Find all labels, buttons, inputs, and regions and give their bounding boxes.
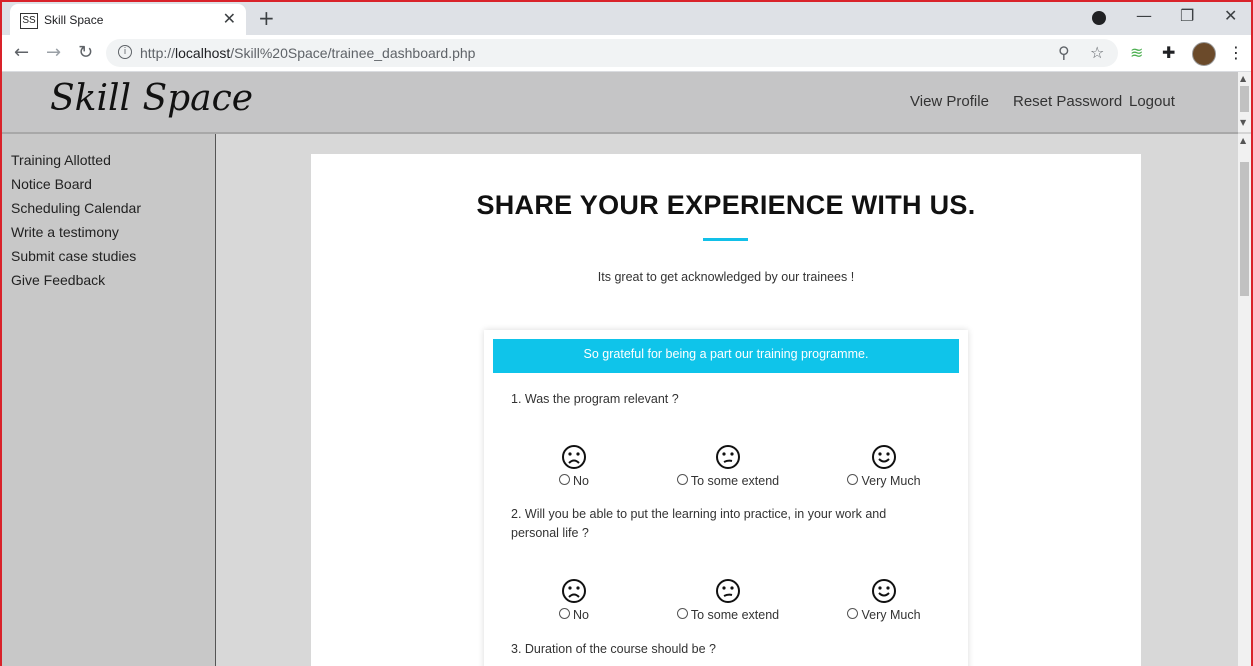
q2-radio-no[interactable] — [559, 608, 570, 619]
menu-kebab-icon[interactable]: ⋮ — [1228, 43, 1244, 62]
zoom-icon[interactable]: ⚲ — [1058, 43, 1070, 62]
sidebar: Training Allotted Notice Board Schedulin… — [2, 134, 216, 666]
question-3: 3. Duration of the course should be ? — [511, 642, 716, 656]
question-2: 2. Will you be able to put the learning … — [511, 507, 887, 540]
option-label: To some extend — [690, 474, 780, 488]
q1-radio-very-much[interactable] — [847, 474, 859, 485]
q2-radio-some[interactable] — [676, 608, 688, 619]
browser-tab[interactable]: SS Skill Space ✕ — [10, 4, 246, 35]
avatar[interactable] — [1192, 42, 1216, 66]
scrollbar-thumb[interactable] — [1240, 162, 1249, 296]
confused-face-icon — [716, 445, 740, 469]
minimize-icon[interactable]: — — [1136, 6, 1152, 25]
confused-face-icon — [716, 579, 740, 603]
feedback-card: SHARE YOUR EXPERIENCE WITH US. Its great… — [311, 154, 1141, 666]
q2-radio-very-much[interactable] — [847, 608, 859, 619]
address-bar: ← → ↻ i http://localhost/Skill%20Space/t… — [2, 35, 1251, 72]
sidebar-item-scheduling-calendar[interactable]: Scheduling Calendar — [11, 200, 141, 216]
option-label: To some extend — [690, 608, 780, 622]
site-logo[interactable]: Skill Space — [50, 78, 253, 119]
option-label: No — [573, 474, 589, 488]
main-scrollbar[interactable]: ▲ — [1238, 134, 1251, 666]
q1-radio-no[interactable] — [559, 474, 570, 485]
feedback-form: So grateful for being a part our trainin… — [484, 330, 968, 666]
q1-option-some[interactable]: To some extend — [658, 444, 798, 489]
main-content: SHARE YOUR EXPERIENCE WITH US. Its great… — [216, 134, 1238, 666]
back-arrow-icon[interactable]: ← — [14, 42, 29, 63]
restore-icon[interactable]: ❐ — [1180, 6, 1194, 25]
scroll-up-arrow-icon[interactable]: ▲ — [1240, 74, 1246, 83]
q1-option-no[interactable]: No — [504, 444, 644, 489]
url-input[interactable]: i http://localhost/Skill%20Space/trainee… — [106, 39, 1118, 67]
sidebar-item-submit-case-studies[interactable]: Submit case studies — [11, 248, 136, 264]
sad-face-icon — [562, 579, 586, 603]
header-scrollbar[interactable]: ▲ ▼ — [1238, 72, 1251, 132]
form-banner: So grateful for being a part our trainin… — [493, 339, 959, 373]
site-favicon-icon: SS — [20, 13, 38, 29]
option-label: Very Much — [861, 474, 921, 488]
nav-reset-password[interactable]: Reset Password — [1013, 93, 1122, 110]
title-divider — [703, 238, 748, 241]
sidebar-item-give-feedback[interactable]: Give Feedback — [11, 272, 105, 288]
q1-radio-some[interactable] — [676, 474, 688, 485]
q1-option-very-much[interactable]: Very Much — [814, 444, 954, 489]
sad-face-icon — [562, 445, 586, 469]
nav-view-profile[interactable]: View Profile — [910, 93, 989, 110]
happy-face-icon — [872, 579, 896, 603]
sidebar-item-write-testimony[interactable]: Write a testimony — [11, 224, 119, 240]
tab-title: Skill Space — [44, 13, 104, 27]
q2-option-very-much[interactable]: Very Much — [814, 578, 954, 623]
tab-strip: SS Skill Space ✕ + — ❐ ✕ — [2, 2, 1251, 35]
scroll-up-arrow-icon[interactable]: ▲ — [1240, 136, 1246, 145]
q2-option-some[interactable]: To some extend — [658, 578, 798, 623]
page-title: SHARE YOUR EXPERIENCE WITH US. — [476, 190, 976, 220]
site-info-icon[interactable]: i — [118, 45, 132, 59]
option-label: Very Much — [861, 608, 921, 622]
bookmark-star-icon[interactable]: ☆ — [1090, 43, 1104, 62]
happy-face-icon — [872, 445, 896, 469]
reload-icon[interactable]: ↻ — [78, 42, 93, 63]
question-1: 1. Was the program relevant ? — [511, 392, 679, 406]
browser-window: SS Skill Space ✕ + — ❐ ✕ ← → ↻ i http://… — [0, 0, 1253, 666]
forward-arrow-icon[interactable]: → — [46, 42, 61, 63]
page-subtitle: Its great to get acknowledged by our tra… — [597, 270, 855, 284]
extension-icon[interactable]: ≋ — [1130, 43, 1143, 62]
scrollbar-thumb[interactable] — [1240, 86, 1249, 112]
puzzle-extensions-icon[interactable]: ✚ — [1162, 43, 1175, 62]
scroll-down-arrow-icon[interactable]: ▼ — [1240, 118, 1246, 127]
new-tab-icon[interactable]: + — [258, 6, 275, 30]
q2-option-no[interactable]: No — [504, 578, 644, 623]
close-window-icon[interactable]: ✕ — [1224, 6, 1237, 25]
page-viewport: Skill Space View Profile Reset Password … — [2, 72, 1251, 666]
sidebar-item-training-allotted[interactable]: Training Allotted — [11, 152, 111, 168]
nav-logout[interactable]: Logout — [1129, 93, 1175, 110]
option-label: No — [573, 608, 589, 622]
profile-indicator-icon[interactable] — [1092, 11, 1106, 25]
site-header: Skill Space View Profile Reset Password … — [2, 72, 1238, 134]
url-text: http://localhost/Skill%20Space/trainee_d… — [140, 45, 476, 61]
sidebar-item-notice-board[interactable]: Notice Board — [11, 176, 92, 192]
close-tab-icon[interactable]: ✕ — [223, 9, 236, 28]
